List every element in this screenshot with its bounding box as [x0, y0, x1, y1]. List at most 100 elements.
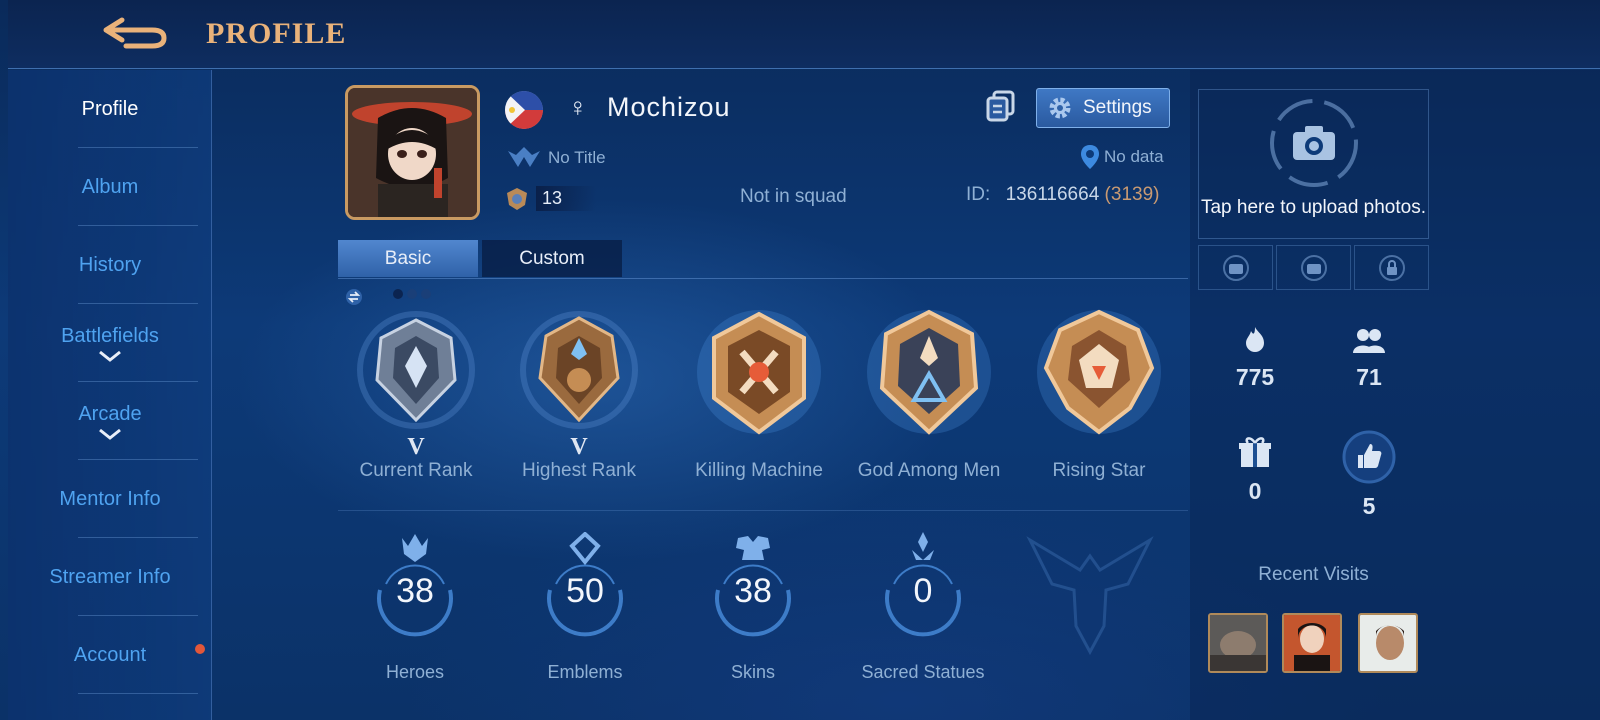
page-dot [421, 289, 431, 299]
gifts-value: 0 [1248, 478, 1262, 504]
stat-heroes[interactable]: 38 Heroes [340, 532, 490, 683]
achievement-label: God Among Men [857, 460, 1001, 481]
sidebar-item-battlefields[interactable]: Battlefields [8, 304, 212, 382]
sidebar-item-account[interactable]: Account [8, 616, 212, 694]
stat-sacred-statues[interactable]: 0 Sacred Statues [848, 532, 998, 683]
sidebar-item-arcade[interactable]: Arcade [8, 382, 212, 460]
sidebar-item-label: Album [81, 175, 139, 198]
friends-value: 71 [1356, 364, 1382, 390]
photo-slot[interactable] [1276, 245, 1351, 290]
page-dot [407, 289, 417, 299]
photo-slots [1198, 245, 1429, 290]
divider [78, 693, 198, 694]
stat-label: Skins [730, 662, 775, 682]
upload-photo-area[interactable]: Tap here to upload photos. [1198, 89, 1429, 239]
stat-value: 50 [566, 572, 604, 610]
stat-label: Heroes [385, 662, 445, 682]
copy-button[interactable] [986, 90, 1016, 127]
stat-value: 38 [396, 572, 434, 610]
chevron-down-icon [99, 350, 121, 362]
page-dot [393, 289, 403, 299]
level-badge-icon [507, 187, 527, 210]
page-title: PROFILE [206, 17, 347, 50]
achievement-rising-star[interactable]: Rising Star [1014, 308, 1184, 482]
sidebar-item-label: Battlefields [61, 324, 159, 347]
achievement-killing-machine[interactable]: Killing Machine [674, 308, 844, 482]
chevron-down-icon [99, 428, 121, 440]
visitor-photo [1210, 615, 1266, 671]
server-id: (3139) [1104, 184, 1160, 205]
player-title[interactable]: No Title [506, 145, 606, 171]
friends-stat[interactable]: 71 [1324, 325, 1414, 391]
recent-visitor-avatar[interactable] [1358, 613, 1418, 673]
back-button[interactable] [100, 12, 172, 52]
photo-slot[interactable] [1198, 245, 1273, 290]
sidebar-item-mentor-info[interactable]: Mentor Info [8, 460, 212, 538]
sidebar-item-label: History [78, 253, 142, 276]
likes-stat[interactable]: 5 [1324, 430, 1414, 520]
gifts-stat[interactable]: 0 [1210, 435, 1300, 505]
tab-custom[interactable]: Custom [482, 240, 622, 277]
stat-label: Emblems [547, 662, 623, 682]
sidebar-item-label: Profile [81, 97, 139, 120]
sidebar-item-profile[interactable]: Profile [8, 70, 212, 148]
popularity-stat[interactable]: 775 [1210, 325, 1300, 391]
player-level: 13 [506, 186, 597, 211]
stat-emblems[interactable]: 50 Emblems [510, 531, 660, 683]
tab-basic[interactable]: Basic [338, 240, 478, 277]
lock-icon [1378, 254, 1405, 281]
god-among-men-medal-icon [867, 309, 991, 435]
highest-rank-badge-icon [520, 311, 638, 429]
notification-dot [195, 644, 205, 654]
recent-visitor-avatar[interactable] [1208, 613, 1268, 673]
gear-icon [1049, 97, 1071, 119]
popularity-value: 775 [1235, 364, 1275, 390]
page-indicator [393, 289, 431, 299]
divider [338, 278, 1188, 279]
camera-icon [1270, 99, 1358, 187]
current-rank-badge-icon [357, 311, 475, 429]
title-text: No Title [548, 148, 606, 167]
settings-button[interactable]: Settings [1036, 88, 1170, 128]
achievement-current-rank[interactable]: V Current Rank [331, 308, 501, 482]
level-value: 13 [536, 186, 597, 211]
achievement-label: Killing Machine [695, 460, 823, 481]
photo-slot-locked[interactable] [1354, 245, 1429, 290]
eagle-watermark-icon [1026, 536, 1154, 656]
sidebar-item-album[interactable]: Album [8, 148, 212, 226]
id-value: 136116664 [1005, 184, 1100, 205]
location-pin-icon [1081, 145, 1099, 169]
stat-skins[interactable]: 38 Skins [678, 532, 828, 683]
achievement-highest-rank[interactable]: V Highest Rank [494, 308, 664, 482]
back-arrow-icon [103, 17, 167, 49]
visitor-photo [1360, 615, 1416, 671]
player-id[interactable]: ID: 136116664 (3139) [966, 184, 1159, 206]
rising-star-medal-icon [1037, 309, 1161, 435]
avatar[interactable] [345, 85, 480, 220]
camera-icon [1222, 254, 1249, 281]
sidebar-item-label: Account [73, 643, 147, 666]
thumbs-up-icon [1342, 430, 1396, 484]
flame-icon [1246, 327, 1264, 352]
visitor-photo [1284, 615, 1340, 671]
achievement-label: Current Rank [359, 460, 473, 481]
achievement-label: Rising Star [1052, 460, 1146, 481]
location-text: No data [1104, 147, 1164, 166]
sidebar-item-label: Arcade [78, 402, 142, 425]
gender-icon: ♀ [568, 92, 588, 122]
copy-icon [986, 90, 1015, 122]
likes-value: 5 [1362, 493, 1376, 519]
camera-icon [1300, 254, 1327, 281]
tab-bar: Basic Custom [338, 240, 622, 277]
stat-value: 0 [913, 572, 933, 610]
friends-icon [1353, 329, 1385, 353]
recent-visitor-avatar[interactable] [1282, 613, 1342, 673]
achievement-god-among-men[interactable]: God Among Men [844, 308, 1014, 482]
upload-photo-text: Tap here to upload photos. [1200, 197, 1426, 218]
swap-icon [346, 289, 362, 305]
sidebar-item-history[interactable]: History [8, 226, 212, 304]
gift-icon [1239, 437, 1271, 467]
killing-machine-medal-icon [697, 310, 821, 435]
sidebar-item-streamer-info[interactable]: Streamer Info [8, 538, 212, 616]
sidebar-item-label: Mentor Info [59, 487, 161, 510]
